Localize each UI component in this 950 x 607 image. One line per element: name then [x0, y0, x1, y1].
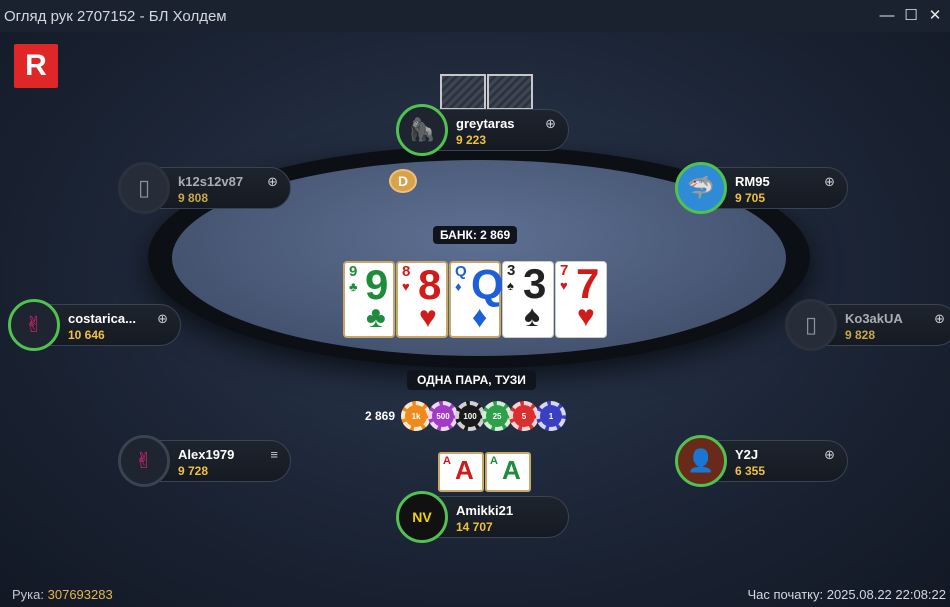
avatar: ✌ — [118, 435, 170, 487]
card-suit: ♣ — [349, 279, 358, 294]
card-big-suit: ♣ — [366, 301, 386, 334]
player-stack: 9 705 — [735, 191, 766, 205]
card-rank: 9 — [349, 263, 358, 280]
avatar: 🦍 — [396, 104, 448, 156]
maximize-button[interactable]: ☐ — [902, 6, 920, 24]
board-cards: 9 ♣ 9 ♣ 8 ♥ 8 ♥ Q ♦ Q ♦ 3 ♠ 3 ♠ 7 ♥ 7 ♥ — [343, 261, 607, 338]
player-name: RM95 — [735, 174, 770, 189]
minimize-button[interactable]: — — [878, 6, 896, 24]
player-name: k12s12v87 — [178, 174, 244, 189]
seat-rm95[interactable]: 🦈 RM95 9 705 ⊕ — [675, 162, 848, 214]
card-rank: 7 — [560, 262, 569, 279]
logo: R — [14, 44, 58, 88]
seat-alex1979[interactable]: ✌ Alex1979 9 728 ≡ — [118, 435, 291, 487]
start-time: Час початку: 2025.08.22 22:08:22 — [747, 587, 947, 602]
plus-circle-icon[interactable]: ⊕ — [545, 116, 556, 132]
chip: 1 — [536, 401, 567, 431]
title-bar: Огляд рук 2707152 - БЛ Холдем — ☐ ✕ — [0, 0, 950, 32]
plus-circle-icon[interactable]: ⊕ — [824, 447, 835, 463]
card-back — [487, 74, 533, 110]
card-rank: A — [443, 455, 451, 467]
chip: 1k — [401, 401, 432, 431]
player-name: Ko3akUA — [845, 311, 903, 326]
seat-ko3akua[interactable]: ▯ Ko3akUA 9 828 ⊕ — [785, 299, 950, 351]
hero-hole-cards: A A A A — [438, 452, 531, 492]
card-rank: 3 — [507, 262, 516, 279]
chip: 100 — [455, 401, 486, 431]
chip: 5 — [509, 401, 540, 431]
plus-circle-icon[interactable]: ⊕ — [267, 174, 278, 190]
board-card: 8 ♥ 8 ♥ — [396, 261, 448, 338]
player-stack: 10 646 — [68, 328, 105, 342]
player-stack: 9 223 — [456, 133, 487, 147]
seat-costarica[interactable]: ✌ costarica... 10 646 ⊕ — [8, 299, 181, 351]
hand-description: ОДНА ПАРА, ТУЗИ — [407, 370, 536, 390]
board-card: Q ♦ Q ♦ — [449, 261, 504, 338]
window-controls: — ☐ ✕ — [878, 6, 944, 25]
plus-circle-icon[interactable]: ⊕ — [934, 311, 945, 327]
avatar: 👤 — [675, 435, 727, 487]
card-big-suit: ♥ — [419, 301, 437, 334]
card-big-suit: ♠ — [524, 300, 540, 333]
card-suit: ♥ — [560, 278, 568, 293]
hero-card: A A — [438, 452, 484, 492]
plus-circle-icon[interactable]: ⊕ — [824, 174, 835, 190]
plus-circle-icon[interactable]: ⊕ — [157, 311, 168, 327]
player-stack: 14 707 — [456, 520, 493, 534]
hero-card: A A — [485, 452, 531, 492]
seat-y2j[interactable]: 👤 Y2J 6 355 ⊕ — [675, 435, 848, 487]
seat-amikki21[interactable]: NV Amikki21 14 707 — [396, 491, 569, 543]
seat-greytaras[interactable]: 🦍 greytaras 9 223 ⊕ — [396, 104, 569, 156]
player-name: greytaras — [456, 116, 515, 131]
card-rank: Q — [455, 263, 467, 280]
player-stack: 9 808 — [178, 191, 209, 205]
avatar: ✌ — [8, 299, 60, 351]
avatar: 🦈 — [675, 162, 727, 214]
board-card: 3 ♠ 3 ♠ — [502, 261, 554, 338]
card-rank: A — [490, 455, 498, 467]
hand-id-label: Рука: — [12, 587, 44, 602]
card-suit: ♠ — [507, 278, 514, 293]
window-title: Огляд рук 2707152 - БЛ Холдем — [4, 7, 227, 25]
card-big-suit: ♦ — [472, 301, 488, 334]
player-stack: 6 355 — [735, 464, 766, 478]
card-rank: 8 — [402, 263, 411, 280]
card-big-suit: ♥ — [577, 300, 595, 333]
bet-amount: 2 869 — [365, 409, 396, 423]
player-name: costarica... — [68, 311, 136, 326]
board-card: 7 ♥ 7 ♥ — [555, 261, 607, 338]
bet-stack: 2 869 1k 500 100 25 5 1 — [365, 401, 567, 431]
close-button[interactable]: ✕ — [926, 6, 944, 24]
dealer-button: D — [389, 169, 417, 193]
seat-k12s12v87[interactable]: ▯ k12s12v87 9 808 ⊕ — [118, 162, 291, 214]
door-icon: ▯ — [785, 299, 837, 351]
door-icon: ▯ — [118, 162, 170, 214]
card-suit: ♦ — [455, 279, 462, 294]
menu-icon[interactable]: ≡ — [270, 447, 278, 462]
player-name: Y2J — [735, 447, 759, 462]
player-stack: 9 828 — [845, 328, 876, 342]
board-card: 9 ♣ 9 ♣ — [343, 261, 395, 338]
pot-label: БАНК: 2 869 — [433, 226, 518, 244]
hand-id-value[interactable]: 307693283 — [48, 587, 113, 602]
hand-id: Рука: 307693283 — [12, 587, 113, 602]
player-stack: 9 728 — [178, 464, 209, 478]
player-name: Alex1979 — [178, 447, 235, 462]
card-back — [440, 74, 486, 110]
chip: 500 — [428, 401, 459, 431]
card-suit: ♥ — [402, 279, 410, 294]
player-name: Amikki21 — [456, 503, 514, 518]
card-big-rank: A — [455, 455, 474, 485]
avatar: NV — [396, 491, 448, 543]
chip: 25 — [482, 401, 513, 431]
opponent-hole-cards — [440, 74, 533, 110]
card-big-rank: A — [502, 455, 521, 485]
